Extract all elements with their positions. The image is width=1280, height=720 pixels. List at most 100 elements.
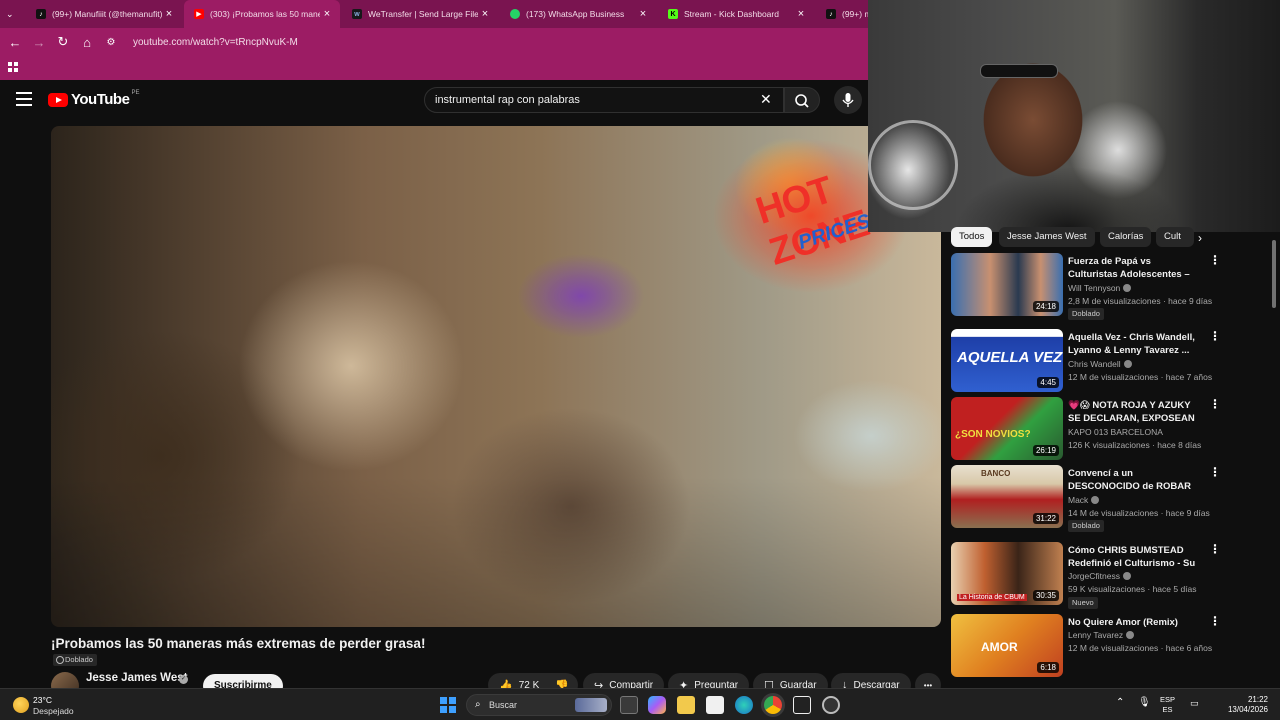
channel-text: Lenny Tavarez — [1068, 630, 1124, 640]
recommendation-item[interactable]: 24:18 Fuerza de Papá vs Culturistas Adol… — [951, 253, 1251, 320]
chevron-up-icon[interactable]: ⌃ — [1116, 697, 1124, 708]
edge-icon[interactable] — [735, 696, 753, 714]
search-input[interactable] — [435, 88, 755, 112]
video-thumbnail[interactable]: AQUELLA VEZ 4:45 — [951, 329, 1063, 392]
video-player[interactable]: HOT ZONE PRICES — [51, 126, 941, 627]
microphone-icon[interactable]: 🎙 — [1138, 697, 1151, 708]
chip-calorias[interactable]: Calorías — [1100, 227, 1152, 247]
chip-jesse-james-west[interactable]: Jesse James West — [999, 227, 1095, 247]
recommendation-item[interactable]: ¿SON NOVIOS? 26:19 💗😱 NOTA ROJA Y AZUKY … — [951, 397, 1251, 461]
back-icon[interactable]: ← — [3, 30, 27, 54]
chip-cult[interactable]: Cult — [1156, 227, 1194, 247]
thumbnail-text: AQUELLA VEZ — [957, 349, 1063, 366]
kick-icon: K — [668, 9, 678, 19]
dubbed-badge: Doblado — [1068, 520, 1104, 532]
copilot-icon[interactable] — [648, 696, 666, 714]
recommendation-channel[interactable]: Will Tennyson — [1068, 283, 1132, 293]
chip-todos[interactable]: Todos — [951, 227, 993, 247]
tab-tiktok-partial[interactable]: ♪ (99+) m — [816, 0, 868, 28]
recommendation-channel[interactable]: Mack — [1068, 495, 1100, 505]
network-icon[interactable]: ▭ — [1190, 698, 1199, 709]
taskbar-search-label: Buscar — [489, 700, 518, 710]
windows-start-icon[interactable] — [440, 697, 456, 713]
task-view-icon[interactable] — [620, 696, 638, 714]
recommendation-title[interactable]: 💗😱 NOTA ROJA Y AZUKY SE DECLARAN, EXPOSE… — [1068, 399, 1202, 425]
recommendation-channel[interactable]: KAPO 013 BARCELONA — [1068, 427, 1163, 437]
tab-tiktok-manufiit[interactable]: ♪ (99+) Manufiiit (@themanufit) | × — [26, 0, 182, 28]
recommendation-title[interactable]: No Quiere Amor (Remix) — [1068, 616, 1202, 629]
recommendation-item[interactable]: La Historia de CBUM 30:35 Cómo CHRIS BUM… — [951, 542, 1251, 609]
recommendation-meta: 2,8 M de visualizaciones · hace 9 días — [1068, 296, 1213, 306]
reload-icon[interactable]: ↻ — [51, 30, 75, 54]
video-thumbnail[interactable]: ¿SON NOVIOS? 26:19 — [951, 397, 1063, 460]
channel-name[interactable]: Jesse James West — [86, 672, 187, 684]
clear-search-icon[interactable]: ✕ — [760, 91, 772, 108]
more-vert-icon[interactable]: ⋮ — [1209, 466, 1221, 478]
sidebar-scrollbar[interactable] — [1272, 240, 1276, 308]
more-vert-icon[interactable]: ⋮ — [1209, 543, 1221, 555]
recommendation-title[interactable]: Convencí a un DESCONOCIDO de ROBAR un BA… — [1068, 467, 1202, 493]
microsoft-store-icon[interactable] — [706, 696, 724, 714]
apps-grid-icon[interactable] — [8, 62, 18, 72]
app-icon[interactable] — [793, 696, 811, 714]
duration-badge: 31:22 — [1032, 513, 1059, 524]
search-box — [424, 87, 784, 113]
tab-title: (99+) m — [842, 9, 868, 19]
youtube-logo[interactable]: YouTube PE — [48, 90, 139, 108]
voice-search-button[interactable] — [834, 86, 862, 114]
tab-whatsapp[interactable]: (173) WhatsApp Business × — [500, 0, 656, 28]
verified-icon — [1123, 360, 1132, 368]
file-explorer-icon[interactable] — [677, 696, 695, 714]
language-indicator[interactable]: ESP ES — [1160, 695, 1175, 715]
youtube-icon: ▶ — [194, 9, 204, 19]
recommendation-channel[interactable]: Chris Wandell — [1068, 359, 1132, 369]
channel-text: KAPO 013 BARCELONA — [1068, 427, 1163, 437]
weather-temperature[interactable]: 23°C — [33, 695, 52, 705]
system-clock[interactable]: 21:22 13/04/2026 — [1220, 695, 1268, 715]
verified-icon — [1122, 572, 1131, 580]
close-tab-icon[interactable]: × — [636, 8, 650, 20]
recommendation-title[interactable]: Fuerza de Papá vs Culturistas Adolescent… — [1068, 255, 1202, 281]
home-icon[interactable]: ⌂ — [75, 30, 99, 54]
recommendation-title[interactable]: Cómo CHRIS BUMSTEAD Redefinió el Culturi… — [1068, 544, 1202, 570]
search-icon: ⌕ — [475, 699, 481, 710]
recommendation-item[interactable]: AMOR 6:18 No Quiere Amor (Remix) Lenny T… — [951, 614, 1251, 678]
tab-youtube-video[interactable]: ▶ (303) ¡Probamos las 50 maneras × — [184, 0, 340, 28]
weather-moon-icon[interactable] — [13, 697, 29, 713]
tab-kick-dashboard[interactable]: K Stream - Kick Dashboard × — [658, 0, 814, 28]
youtube-header: YouTube PE ✕ — [0, 80, 868, 120]
channel-text: Will Tennyson — [1068, 283, 1121, 293]
recommendation-channel[interactable]: JorgeCfitness — [1068, 571, 1131, 581]
recommendation-meta: 12 M de visualizaciones · hace 7 años — [1068, 372, 1213, 382]
close-tab-icon[interactable]: × — [320, 8, 334, 20]
tab-list-button[interactable]: ⌄ — [0, 0, 26, 28]
more-vert-icon[interactable]: ⋮ — [1209, 254, 1221, 266]
video-thumbnail[interactable]: AMOR 6:18 — [951, 614, 1063, 677]
chrome-icon[interactable] — [764, 696, 782, 714]
more-vert-icon[interactable]: ⋮ — [1209, 330, 1221, 342]
obs-icon[interactable] — [822, 696, 840, 714]
more-vert-icon[interactable]: ⋮ — [1209, 398, 1221, 410]
close-tab-icon[interactable]: × — [478, 8, 492, 20]
recommendation-channel[interactable]: Lenny Tavarez — [1068, 630, 1135, 640]
chevron-right-icon[interactable]: › — [1198, 231, 1202, 245]
recommendation-item[interactable]: AQUELLA VEZ 4:45 Aquella Vez - Chris Wan… — [951, 329, 1251, 393]
recommendation-item[interactable]: BANCO 31:22 Convencí a un DESCONOCIDO de… — [951, 465, 1251, 532]
hamburger-menu-icon[interactable] — [16, 92, 32, 106]
video-thumbnail[interactable]: 24:18 — [951, 253, 1063, 316]
close-tab-icon[interactable]: × — [794, 8, 808, 20]
recommendation-title[interactable]: Aquella Vez - Chris Wandell, Lyanno & Le… — [1068, 331, 1202, 357]
more-vert-icon[interactable]: ⋮ — [1209, 615, 1221, 627]
close-tab-icon[interactable]: × — [162, 8, 176, 20]
tab-wetransfer[interactable]: w WeTransfer | Send Large Files F × — [342, 0, 498, 28]
search-button[interactable] — [784, 87, 820, 113]
url-field[interactable]: youtube.com/watch?v=tRncpNvuK-M — [133, 37, 298, 48]
forward-icon[interactable]: → — [27, 30, 51, 54]
site-info-icon[interactable]: ⚙ — [99, 30, 123, 54]
video-thumbnail[interactable]: BANCO 31:22 — [951, 465, 1063, 528]
weather-description[interactable]: Despejado — [33, 706, 74, 716]
duration-badge: 24:18 — [1032, 301, 1059, 312]
taskbar-search[interactable]: ⌕ Buscar — [466, 694, 612, 716]
video-thumbnail[interactable]: La Historia de CBUM 30:35 — [951, 542, 1063, 605]
thumbnail-text: La Historia de CBUM — [957, 594, 1027, 601]
